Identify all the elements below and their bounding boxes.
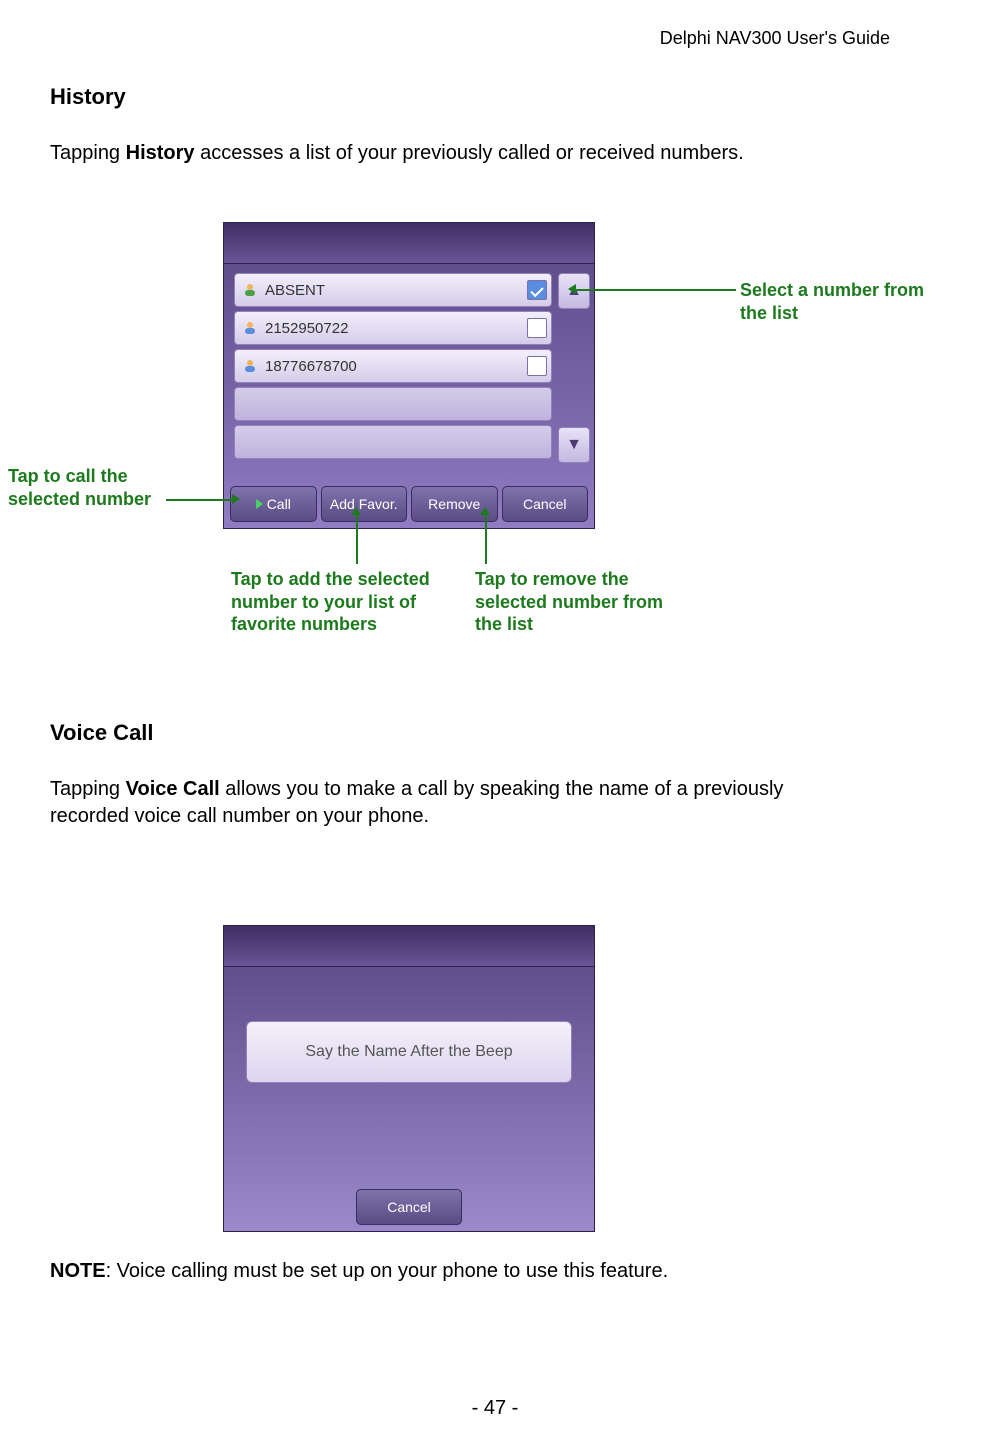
callout-leader xyxy=(485,514,487,564)
voicecall-screenshot: Say the Name After the Beep Cancel xyxy=(223,925,595,1232)
history-row[interactable]: 18776678700 xyxy=(234,349,552,383)
history-row-label: 18776678700 xyxy=(265,358,357,375)
history-row[interactable]: 2152950722 xyxy=(234,311,552,345)
contact-icon xyxy=(241,281,259,299)
vc-intro-bold: Voice Call xyxy=(126,778,220,800)
voicecall-cancel-label: Cancel xyxy=(387,1199,431,1215)
arrow-icon xyxy=(351,507,361,515)
scroll-down-button[interactable]: ▼ xyxy=(558,427,590,463)
callout-leader xyxy=(576,289,736,291)
intro-pre: Tapping xyxy=(50,142,126,164)
cancel-button[interactable]: Cancel xyxy=(502,486,589,522)
add-button-label: Add Favor. xyxy=(330,496,398,512)
call-button-label: Call xyxy=(267,496,291,512)
callout-leader xyxy=(356,514,358,564)
history-titlebar xyxy=(224,223,594,264)
history-button-bar: Call Add Favor. Remove Cancel xyxy=(230,486,588,522)
callout-add: Tap to add the selected number to your l… xyxy=(231,568,461,636)
history-row-label: ABSENT xyxy=(265,282,325,299)
note-paragraph: NOTE: Voice calling must be set up on yo… xyxy=(50,1258,850,1285)
callout-select: Select a number from the list xyxy=(740,279,950,324)
note-label: NOTE xyxy=(50,1260,106,1282)
voicecall-message: Say the Name After the Beep xyxy=(246,1021,572,1083)
vc-intro-pre: Tapping xyxy=(50,778,126,800)
checkbox-icon[interactable] xyxy=(527,318,547,338)
section-voicecall-intro: Tapping Voice Call allows you to make a … xyxy=(50,776,810,830)
scrollbar: ▲ ▼ xyxy=(558,273,588,463)
history-row[interactable]: ABSENT xyxy=(234,273,552,307)
arrow-icon xyxy=(232,494,240,504)
note-text: : Voice calling must be set up on your p… xyxy=(106,1260,669,1282)
triangle-down-icon: ▼ xyxy=(566,436,582,454)
play-icon xyxy=(256,499,263,509)
history-list: ABSENT 2152950722 18776678700 xyxy=(234,273,552,478)
history-screenshot: ABSENT 2152950722 18776678700 ▲ ▼ Call A… xyxy=(223,222,595,529)
page-number: - 47 - xyxy=(0,1397,990,1420)
callout-leader xyxy=(166,499,232,501)
remove-button-label: Remove xyxy=(428,496,480,512)
intro-post: accesses a list of your previously calle… xyxy=(195,142,744,164)
section-voicecall-title: Voice Call xyxy=(50,720,810,746)
section-history-intro: Tapping History accesses a list of your … xyxy=(50,140,940,167)
doc-header: Delphi NAV300 User's Guide xyxy=(660,28,890,49)
intro-bold: History xyxy=(126,142,195,164)
voicecall-button-bar: Cancel xyxy=(224,1189,594,1225)
call-button[interactable]: Call xyxy=(230,486,317,522)
contact-icon xyxy=(241,357,259,375)
callout-remove: Tap to remove the selected number from t… xyxy=(475,568,675,636)
add-favorite-button[interactable]: Add Favor. xyxy=(321,486,408,522)
section-history-title: History xyxy=(50,84,940,110)
arrow-icon xyxy=(568,284,576,294)
cancel-button-label: Cancel xyxy=(523,496,567,512)
arrow-icon xyxy=(480,507,490,515)
checkbox-icon[interactable] xyxy=(527,356,547,376)
checkbox-icon[interactable] xyxy=(527,280,547,300)
voicecall-titlebar xyxy=(224,926,594,967)
callout-call: Tap to call the selected number xyxy=(8,465,183,510)
history-row-empty xyxy=(234,387,552,421)
voicecall-cancel-button[interactable]: Cancel xyxy=(356,1189,462,1225)
history-row-empty xyxy=(234,425,552,459)
history-row-label: 2152950722 xyxy=(265,320,348,337)
contact-icon xyxy=(241,319,259,337)
